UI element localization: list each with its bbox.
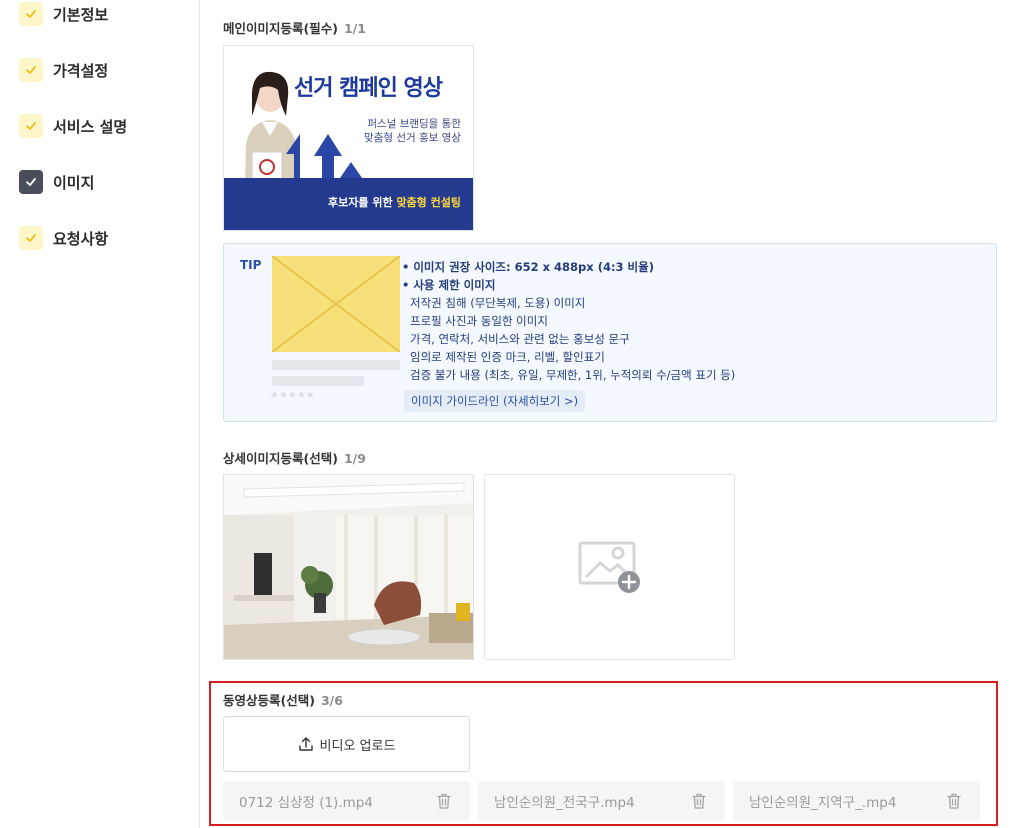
trash-icon[interactable] bbox=[434, 791, 454, 811]
step-requests[interactable]: 요청사항 bbox=[19, 226, 108, 250]
video-file-name: 남인순의원_지역구_.mp4 bbox=[749, 795, 897, 811]
step-service-description[interactable]: 서비스 설명 bbox=[19, 114, 127, 138]
tip-line: 프로필 사진과 동일한 이미지 bbox=[410, 314, 548, 328]
step-sidebar: 기본정보 가격설정 서비스 설명 이미지 요청사항 bbox=[0, 0, 200, 828]
trash-icon[interactable] bbox=[689, 791, 709, 811]
check-icon bbox=[19, 2, 43, 26]
tip-line: 저작권 침해 (무단복제, 도용) 이미지 bbox=[410, 296, 586, 310]
tip-box: TIP ★★★★★ • 이미지 권장 사이즈: 652 x 488px (4:3… bbox=[223, 243, 997, 422]
video-file-name: 남인순의원_전국구.mp4 bbox=[494, 795, 635, 811]
step-price-setting[interactable]: 가격설정 bbox=[19, 58, 108, 82]
section-title-text: 상세이미지등록(선택) bbox=[223, 451, 338, 466]
skeleton-bar bbox=[272, 376, 364, 386]
living-room-photo bbox=[224, 475, 473, 659]
tip-line: • 사용 제한 이미지 bbox=[402, 278, 496, 292]
video-file-name: 0712 심상정 (1).mp4 bbox=[239, 795, 373, 811]
banner-headline: 선거 캠페인 영상 bbox=[294, 76, 443, 101]
image-count: 1/9 bbox=[343, 451, 366, 466]
banner-sub1: 퍼스널 브랜딩을 통한 bbox=[367, 118, 461, 130]
step-label: 기본정보 bbox=[53, 5, 109, 24]
tip-line: • 이미지 권장 사이즈: 652 x 488px (4:3 비율) bbox=[402, 260, 654, 274]
banner-band-text: 후보자를 위한 맞춤형 컨설팅 bbox=[328, 194, 461, 210]
section-title-text: 동영상등록(선택) bbox=[223, 693, 315, 708]
check-icon bbox=[19, 114, 43, 138]
banner-sub2: 맞춤형 선거 홍보 영상 bbox=[364, 132, 461, 144]
band-text-prefix: 후보자를 위한 bbox=[328, 196, 397, 209]
detail-image-thumbnail[interactable] bbox=[223, 474, 474, 660]
main-image-thumbnail[interactable]: 선거 캠페인 영상 퍼스널 브랜딩을 통한 맞춤형 선거 홍보 영상 후보자를 … bbox=[223, 45, 474, 231]
step-basic-info[interactable]: 기본정보 bbox=[19, 2, 108, 26]
tip-guidelines: • 이미지 권장 사이즈: 652 x 488px (4:3 비율) • 사용 … bbox=[402, 258, 735, 384]
section-title-text: 메인이미지등록(필수) bbox=[223, 21, 338, 36]
tip-line: 검증 불가 내용 (최초, 유일, 무제한, 1위, 누적의뢰 수/금액 표기 … bbox=[410, 368, 736, 382]
tip-label: TIP bbox=[240, 258, 262, 272]
step-label: 이미지 bbox=[53, 173, 95, 192]
trash-icon[interactable] bbox=[944, 791, 964, 811]
step-label: 가격설정 bbox=[53, 61, 109, 80]
add-detail-image-button[interactable] bbox=[484, 474, 735, 660]
image-guideline-link[interactable]: 이미지 가이드라인 (자세히보기 >) bbox=[404, 390, 586, 412]
skeleton-bar bbox=[272, 360, 400, 370]
upload-label: 비디오 업로드 bbox=[319, 738, 396, 754]
step-label: 요청사항 bbox=[53, 229, 109, 248]
video-file-item: 0712 심상정 (1).mp4 bbox=[223, 781, 470, 821]
tip-line: 임의로 제작된 인증 마크, 리벨, 할인표기 bbox=[410, 350, 605, 364]
upload-icon bbox=[298, 737, 313, 751]
video-count: 3/6 bbox=[320, 693, 343, 708]
band-text-highlight: 맞춤형 컨설팅 bbox=[396, 196, 461, 209]
video-file-item: 남인순의원_지역구_.mp4 bbox=[733, 781, 980, 821]
video-file-item: 남인순의원_전국구.mp4 bbox=[478, 781, 725, 821]
video-upload-button[interactable]: 비디오 업로드 bbox=[223, 716, 470, 772]
image-count: 1/1 bbox=[343, 21, 366, 36]
tip-line: 가격, 연락처, 서비스와 관련 없는 홍보성 문구 bbox=[410, 332, 630, 346]
check-icon bbox=[19, 170, 43, 194]
rating-stars: ★★★★★ bbox=[270, 390, 315, 401]
check-icon bbox=[19, 226, 43, 250]
video-title: 동영상등록(선택) 3/6 bbox=[223, 690, 343, 709]
step-label: 서비스 설명 bbox=[53, 117, 128, 136]
add-image-icon bbox=[578, 541, 640, 593]
step-image[interactable]: 이미지 bbox=[19, 170, 94, 194]
check-icon bbox=[19, 58, 43, 82]
placeholder-image-icon bbox=[272, 256, 400, 352]
main-image-title: 메인이미지등록(필수) 1/1 bbox=[223, 18, 366, 37]
detail-image-title: 상세이미지등록(선택) 1/9 bbox=[223, 448, 366, 467]
